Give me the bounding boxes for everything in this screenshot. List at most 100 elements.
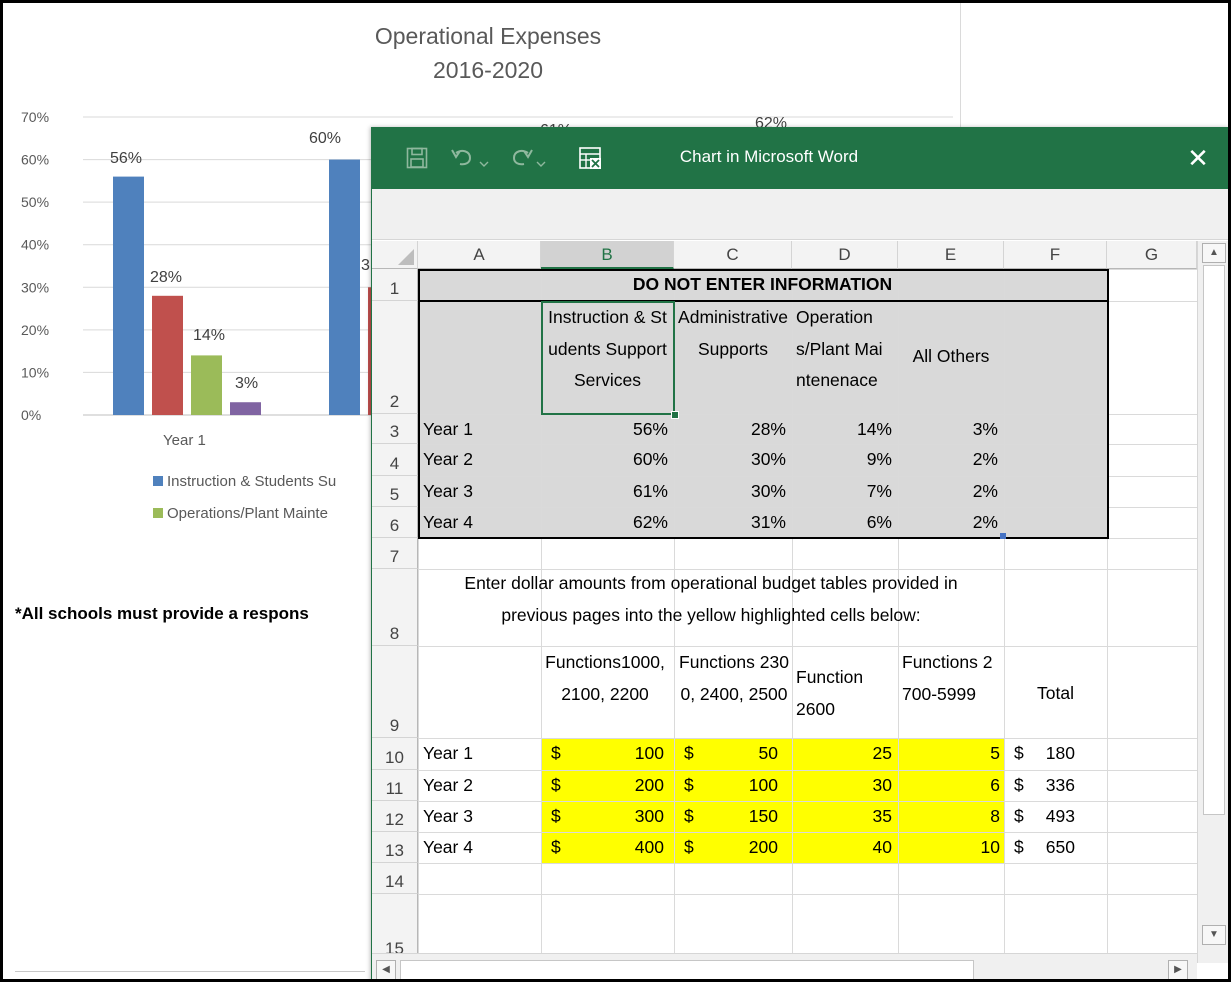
y-tick-label: 40% xyxy=(21,237,49,253)
row-label-cell[interactable]: Year 1 xyxy=(423,738,473,769)
selected-cell-b2[interactable] xyxy=(541,301,675,415)
row-label-cell[interactable]: Year 2 xyxy=(423,770,473,801)
row-header-6[interactable]: 6 xyxy=(372,507,418,538)
scroll-down-button[interactable]: ▼ xyxy=(1202,925,1226,945)
row-number: 11 xyxy=(385,779,404,798)
grid-hline xyxy=(418,646,1197,647)
dollar-input-cell[interactable]: 50 xyxy=(674,738,778,769)
dollar-input-cell[interactable]: 40 xyxy=(792,832,892,863)
column-header-g[interactable]: G xyxy=(1107,241,1197,269)
close-icon: ✕ xyxy=(1187,143,1209,173)
window-title-text: Chart in Microsoft Word xyxy=(679,147,859,166)
dollar-input-cell[interactable]: 100 xyxy=(541,738,664,769)
row-label-cell[interactable]: Year 4 xyxy=(423,832,473,863)
column-header-b[interactable]: B xyxy=(541,241,674,269)
y-tick-label: 10% xyxy=(21,364,49,380)
scroll-up-button[interactable]: ▲ xyxy=(1202,243,1226,263)
dollar-input-cell[interactable]: 300 xyxy=(541,801,664,832)
row-header-12[interactable]: 12 xyxy=(372,801,418,832)
row-number: 10 xyxy=(385,748,404,767)
legend-item-instruction: Instruction & Students Su xyxy=(153,473,336,490)
spreadsheet-grid[interactable]: A B C D E F G 1 2 3 4 5 6 7 8 9 10 11 12 13 14 15 DO NOT ENTER… xyxy=(372,241,1228,961)
bar xyxy=(113,176,144,415)
instruction-cell: Enter dollar amounts from operational bu… xyxy=(464,573,958,625)
dollar-input-cell[interactable]: 200 xyxy=(674,832,778,863)
row-number: 12 xyxy=(385,810,404,829)
dollar-input-cell[interactable]: 30 xyxy=(792,770,892,801)
dollar-input-cell[interactable]: 5 xyxy=(898,738,1000,769)
data-label: 14% xyxy=(193,327,225,344)
x-category-label: Year 1 xyxy=(163,432,206,449)
row-header-2[interactable]: 2 xyxy=(372,301,418,414)
scroll-thumb[interactable] xyxy=(1203,265,1225,815)
row-header-4[interactable]: 4 xyxy=(372,444,418,476)
column-header-d[interactable]: D xyxy=(792,241,898,269)
row-header-3[interactable]: 3 xyxy=(372,414,418,444)
row-number: 4 xyxy=(389,454,400,473)
column-header-e[interactable]: E xyxy=(898,241,1004,269)
select-all-triangle-icon xyxy=(398,249,414,265)
fn-header-2300: Functions 2300, 2400, 2500 xyxy=(679,652,789,704)
window-title: Chart in Microsoft Word xyxy=(372,147,1202,167)
excel-chart-data-window[interactable]: Chart in Microsoft Word ✕ ABCDEFG1234567… xyxy=(371,127,1228,979)
dollar-input-cell[interactable]: 200 xyxy=(541,770,664,801)
dollar-input-cell[interactable]: 400 xyxy=(541,832,664,863)
row-header-14[interactable]: 14 xyxy=(372,863,418,894)
total-cell[interactable]: 650 xyxy=(1004,832,1075,863)
document-note: *All schools must provide a respons xyxy=(15,604,309,623)
row-header-7[interactable]: 7 xyxy=(372,538,418,569)
dollar-input-cell[interactable]: 6 xyxy=(898,770,1000,801)
data-label: 3 xyxy=(361,257,370,274)
data-label: 28% xyxy=(150,269,182,286)
vertical-scrollbar[interactable]: ▲ ▼ xyxy=(1197,241,1228,963)
legend-label: Instruction & Students Su xyxy=(167,473,337,490)
y-tick-label: 0% xyxy=(21,407,41,423)
total-cell[interactable]: 493 xyxy=(1004,801,1075,832)
row-header-5[interactable]: 5 xyxy=(372,476,418,507)
scroll-left-button[interactable]: ◀ xyxy=(376,960,396,979)
total-cell[interactable]: 336 xyxy=(1004,770,1075,801)
row-number: 5 xyxy=(389,485,400,504)
fn-header-total: Total xyxy=(1037,683,1074,703)
horizontal-scrollbar[interactable]: ◀ ▶ xyxy=(372,953,1197,979)
y-tick-label: 60% xyxy=(21,152,49,168)
window-titlebar[interactable]: Chart in Microsoft Word ✕ xyxy=(372,127,1228,189)
row-number: 1 xyxy=(389,279,400,298)
row-header-10[interactable]: 10 xyxy=(372,738,418,770)
row-header-8[interactable]: 8 xyxy=(372,569,418,646)
legend-swatch-blue xyxy=(153,476,163,486)
dollar-input-cell[interactable]: 25 xyxy=(792,738,892,769)
data-label: 3% xyxy=(235,375,258,392)
grid-hline xyxy=(418,894,1197,895)
dollar-input-cell[interactable]: 10 xyxy=(898,832,1000,863)
row-header-1[interactable]: 1 xyxy=(372,269,418,301)
dollar-input-cell[interactable]: 8 xyxy=(898,801,1000,832)
data-label: 56% xyxy=(110,150,142,167)
close-button[interactable]: ✕ xyxy=(1167,127,1228,189)
grid-hline xyxy=(418,863,1197,864)
bar xyxy=(191,355,222,415)
screenshot-frame: Operational Expenses 2016-2020 0% 10% 20% 3… xyxy=(0,0,1231,982)
column-header-a[interactable]: A xyxy=(418,241,541,269)
scroll-thumb[interactable] xyxy=(400,960,974,979)
row-number: 14 xyxy=(385,872,404,891)
fill-handle[interactable] xyxy=(671,411,679,419)
dollar-input-cell[interactable]: 35 xyxy=(792,801,892,832)
total-cell[interactable]: 180 xyxy=(1004,738,1075,769)
range-resize-handle[interactable] xyxy=(1000,533,1006,539)
fn-header-2700: Functions 2700-5999 xyxy=(902,652,993,704)
scroll-right-button[interactable]: ▶ xyxy=(1168,960,1188,979)
select-all-corner[interactable] xyxy=(372,241,418,269)
column-header-f[interactable]: F xyxy=(1004,241,1107,269)
row-label-cell[interactable]: Year 3 xyxy=(423,801,473,832)
row-header-13[interactable]: 13 xyxy=(372,832,418,863)
row-header-9[interactable]: 9 xyxy=(372,646,418,738)
row-header-15[interactable]: 15 xyxy=(372,894,418,961)
column-header-c[interactable]: C xyxy=(674,241,792,269)
y-tick-label: 70% xyxy=(21,109,49,125)
legend-label: Operations/Plant Mainte xyxy=(167,505,328,522)
dollar-input-cell[interactable]: 100 xyxy=(674,770,778,801)
dollar-input-cell[interactable]: 150 xyxy=(674,801,778,832)
row-header-11[interactable]: 11 xyxy=(372,770,418,801)
row-number: 6 xyxy=(389,516,400,535)
